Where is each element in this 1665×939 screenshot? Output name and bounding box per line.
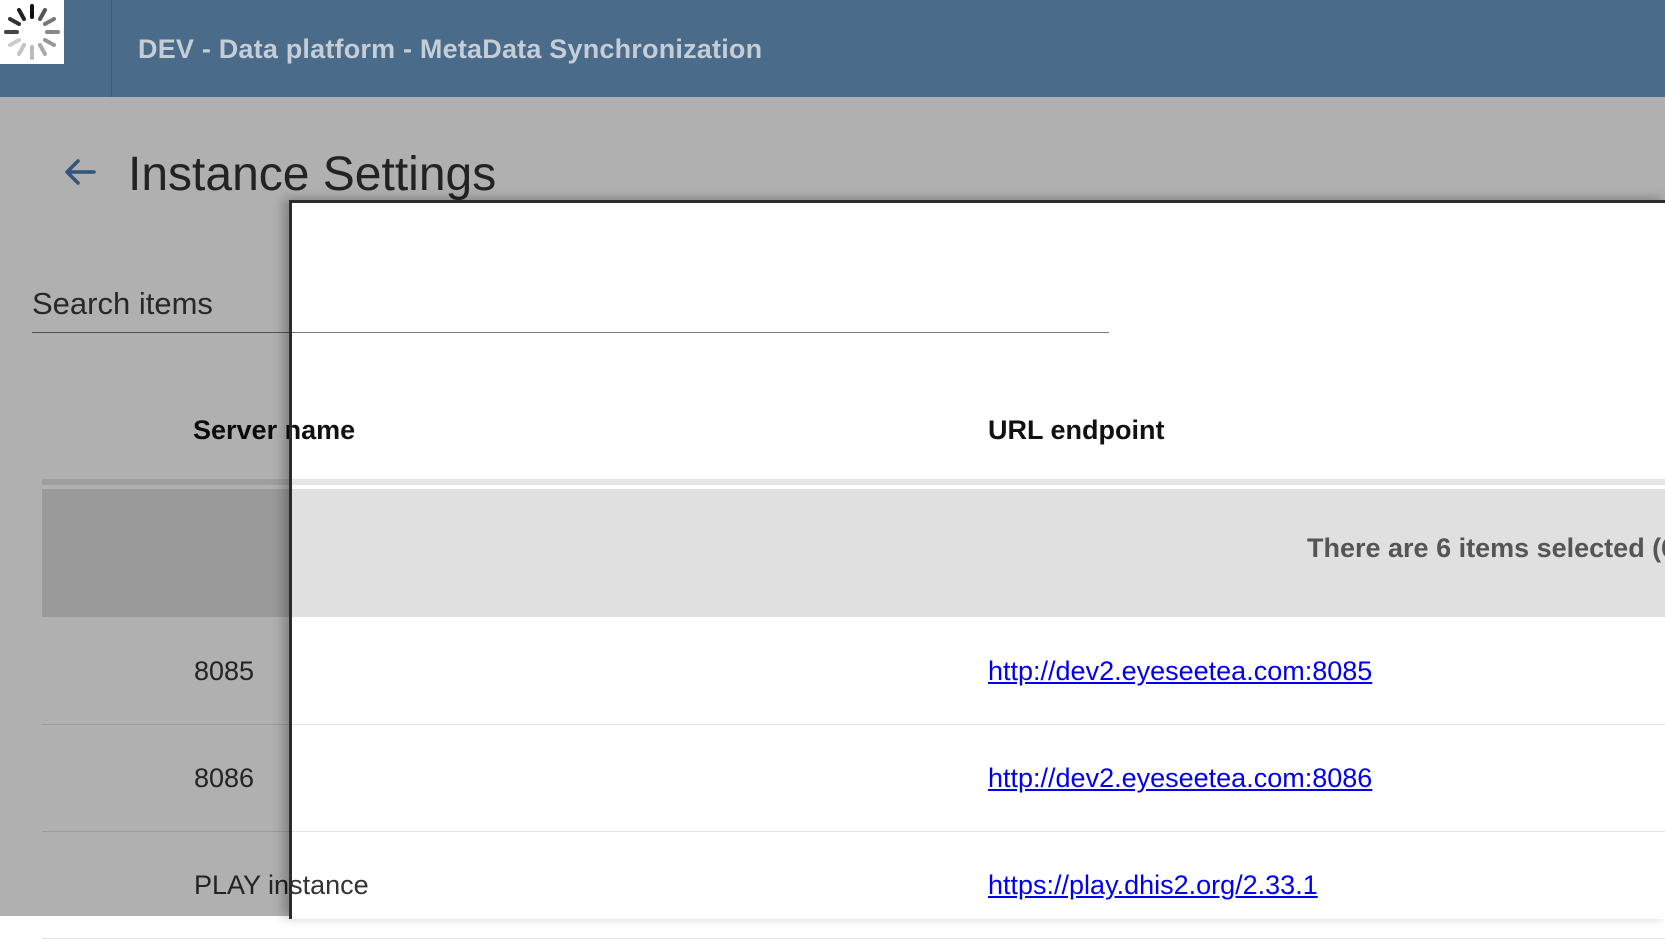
url-endpoint-link[interactable]: https://play.dhis2.org/2.33.1	[988, 870, 1318, 901]
dialog-panel: Instance Settings Server name URL endpoi…	[289, 200, 1665, 916]
column-header-url-endpoint[interactable]: URL endpoint	[988, 415, 1164, 446]
app-header: DEV - Data platform - MetaData Synchroni…	[0, 0, 1665, 97]
dialog-content: Instance Settings Server name URL endpoi…	[289, 200, 1665, 916]
page-title: Instance Settings	[289, 200, 496, 202]
server-name-cell: 8086	[194, 763, 255, 793]
url-endpoint-link[interactable]: http://dev2.eyeseetea.com:8086	[988, 763, 1372, 794]
header-divider-line	[289, 479, 1665, 485]
table-row[interactable]: PLAY instance https://play.dhis2.org/2.3…	[289, 831, 1665, 916]
table-row[interactable]: 8085 http://dev2.eyeseetea.com:8085	[289, 617, 1665, 725]
page-content: Instance Settings Server name URL endpoi…	[289, 200, 1665, 916]
page-title: Instance Settings	[128, 148, 497, 201]
selection-message: There are 6 items selected (6 o	[1307, 533, 1665, 563]
server-name-cell: 8085	[194, 656, 255, 686]
column-header-server-name[interactable]: Server name	[289, 415, 355, 446]
app-title: DEV - Data platform - MetaData Synchroni…	[138, 34, 763, 64]
selection-banner: There are 6 items selected (6 o	[289, 489, 1665, 617]
search-input[interactable]	[289, 282, 1109, 326]
server-name-cell: PLAY instance	[289, 870, 369, 900]
url-endpoint-link[interactable]: http://dev2.eyeseetea.com:8085	[988, 656, 1372, 687]
table-row[interactable]: 8086 http://dev2.eyeseetea.com:8086	[289, 724, 1665, 832]
arrow-left-icon[interactable]	[60, 152, 100, 192]
search-field[interactable]	[289, 282, 1109, 333]
loading-spinner-icon	[0, 0, 64, 64]
header-divider	[111, 0, 112, 97]
